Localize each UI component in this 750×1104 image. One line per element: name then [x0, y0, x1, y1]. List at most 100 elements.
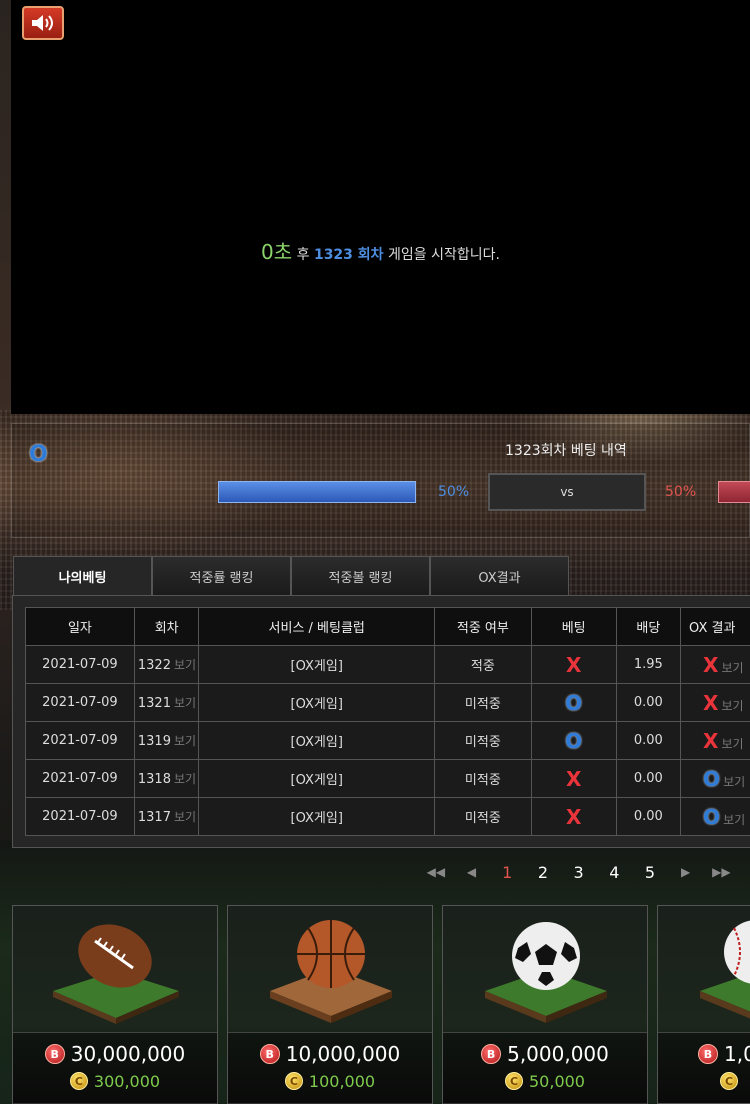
betting-history-table: 일자 회차 서비스 / 베팅클럽 적중 여부 베팅 배당 OX 결과 2021-…: [25, 607, 750, 836]
cell-bet: X: [530, 759, 617, 798]
cell-ox-result: X 보기: [680, 683, 750, 722]
view-link[interactable]: 보기: [174, 810, 196, 824]
speaker-icon: [32, 15, 53, 31]
page-4[interactable]: 4: [596, 863, 632, 882]
cell-ox-result: X 보기: [680, 645, 750, 684]
cell-service: [OX게임]: [198, 683, 436, 722]
view-link[interactable]: 보기: [174, 658, 196, 672]
b-coin-icon: B: [698, 1043, 718, 1064]
b-coin-icon: B: [44, 1043, 65, 1064]
bet-o-label: O: [29, 442, 48, 467]
next-page-button[interactable]: ▶: [668, 865, 704, 879]
view-link[interactable]: 보기: [721, 699, 743, 713]
product-card-basketball[interactable]: B 10,000,000 C 100,000: [227, 905, 433, 1104]
col-odds: 배당: [615, 607, 682, 646]
cell-hit: 미적중: [434, 797, 532, 836]
cell-service: [OX게임]: [198, 721, 436, 760]
tab-my-betting[interactable]: 나의베팅: [13, 556, 152, 596]
page-3[interactable]: 3: [561, 863, 597, 882]
o-percent: 50%: [438, 484, 470, 500]
c-coin-icon: C: [69, 1071, 88, 1090]
col-hit: 적중 여부: [434, 607, 532, 646]
price-c-value: 100,000: [308, 1072, 376, 1091]
cell-hit: 미적중: [434, 759, 532, 798]
sound-toggle-button[interactable]: [22, 6, 64, 40]
view-link[interactable]: 보기: [174, 696, 196, 710]
last-page-button[interactable]: ▶▶: [704, 865, 740, 879]
history-tabs: 나의베팅 적중률 랭킹 적중볼 랭킹 OX결과: [13, 556, 569, 596]
table-row: 2021-07-09 1321 보기 [OX게임] 미적중 O 0.00 X 보기: [25, 683, 750, 722]
round-number: 1319: [137, 734, 171, 749]
view-link[interactable]: 보기: [723, 775, 745, 789]
price-b-value: 5,000,000: [507, 1042, 609, 1066]
cell-bet: O: [530, 683, 617, 722]
cell-date: 2021-07-09: [25, 721, 135, 760]
col-service: 서비스 / 베팅클럽: [198, 607, 436, 646]
football-icon: [53, 924, 179, 1024]
round-number: 1322: [137, 658, 171, 673]
page-1[interactable]: 1: [489, 863, 525, 882]
page-2[interactable]: 2: [525, 863, 561, 882]
bet-mark-icon: X: [565, 652, 582, 677]
table-row: 2021-07-09 1319 보기 [OX게임] 미적중 O 0.00 X 보기: [25, 721, 750, 760]
first-page-button[interactable]: ◀◀: [418, 865, 454, 879]
game-video-player: 0초 후 1323 회차 게임을 시작합니다.: [11, 0, 750, 414]
c-coin-icon: C: [505, 1071, 523, 1090]
tab-hit-rate-ranking[interactable]: 적중률 랭킹: [152, 556, 291, 596]
price-b-value: 30,000,000: [70, 1042, 186, 1066]
x-percent: 50%: [665, 484, 697, 500]
cell-odds: 0.00: [615, 759, 682, 798]
b-coin-icon: B: [259, 1043, 280, 1064]
product-card-soccer-ball[interactable]: B 5,000,000 C 50,000: [442, 905, 648, 1104]
tab-ox-result[interactable]: OX결과: [430, 556, 569, 596]
bet-status-title: 1323회차 베팅 내역: [505, 443, 627, 459]
cell-date: 2021-07-09: [25, 645, 135, 684]
product-card-baseball[interactable]: B 1,0 C: [657, 905, 750, 1104]
o-ratio-bar: [218, 481, 416, 503]
cell-round: 1322 보기: [133, 645, 200, 684]
c-coin-icon: C: [284, 1071, 303, 1090]
round-number: 1317: [137, 810, 171, 825]
product-card-football[interactable]: B 30,000,000 C 300,000: [12, 905, 218, 1104]
betting-history-panel: 일자 회차 서비스 / 베팅클럽 적중 여부 베팅 배당 OX 결과 2021-…: [12, 595, 750, 848]
cell-hit: 적중: [434, 645, 532, 684]
cell-service: [OX게임]: [198, 645, 436, 684]
col-ox-result: OX 결과: [680, 607, 750, 646]
view-link[interactable]: 보기: [174, 734, 196, 748]
cell-round: 1321 보기: [133, 683, 200, 722]
view-link[interactable]: 보기: [723, 813, 745, 827]
col-date: 일자: [25, 607, 135, 646]
view-link[interactable]: 보기: [721, 661, 743, 675]
countdown-message: 0초 후 1323 회차 게임을 시작합니다.: [11, 236, 750, 265]
round-number: 1318: [137, 772, 171, 787]
o-ratio-fill: [219, 482, 415, 502]
view-link[interactable]: 보기: [721, 737, 743, 751]
tab-hit-ball-ranking[interactable]: 적중볼 랭킹: [291, 556, 430, 596]
cell-date: 2021-07-09: [25, 759, 135, 798]
view-link[interactable]: 보기: [174, 772, 196, 786]
result-mark-icon: X: [703, 728, 719, 753]
cell-date: 2021-07-09: [25, 683, 135, 722]
prev-page-button[interactable]: ◀: [454, 865, 490, 879]
cell-odds: 1.95: [615, 645, 682, 684]
product-price-c: C 50,000: [443, 1071, 647, 1092]
bet-mark-icon: O: [565, 690, 583, 715]
cell-odds: 0.00: [615, 683, 682, 722]
cell-hit: 미적중: [434, 721, 532, 760]
b-coin-icon: B: [481, 1043, 502, 1064]
product-price-b: B 30,000,000: [13, 1042, 217, 1066]
cell-round: 1319 보기: [133, 721, 200, 760]
page-5[interactable]: 5: [632, 863, 668, 882]
countdown-round: 1323 회차: [313, 247, 384, 263]
price-b-value: 1,0: [724, 1042, 750, 1066]
result-mark-icon: O: [703, 804, 721, 829]
price-c-value: 50,000: [529, 1072, 585, 1091]
result-mark-icon: X: [703, 690, 719, 715]
product-price-b: B 10,000,000: [228, 1042, 432, 1066]
vs-label: vs: [560, 485, 574, 499]
cell-service: [OX게임]: [198, 797, 436, 836]
cell-bet: O: [530, 721, 617, 760]
product-price-c: C: [658, 1071, 750, 1092]
product-price-c: C 300,000: [13, 1071, 217, 1092]
table-row: 2021-07-09 1322 보기 [OX게임] 적중 X 1.95 X 보기: [25, 645, 750, 684]
